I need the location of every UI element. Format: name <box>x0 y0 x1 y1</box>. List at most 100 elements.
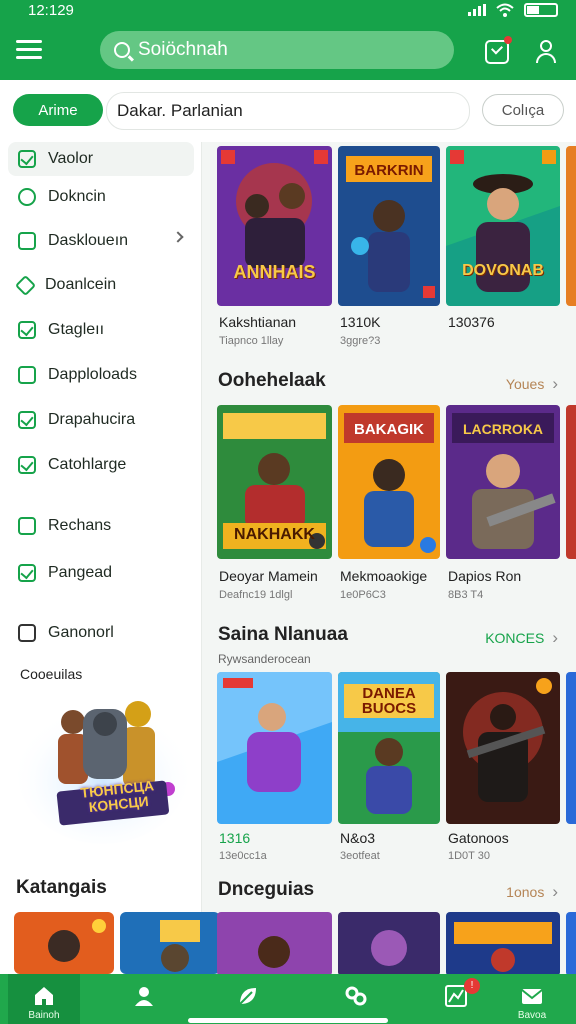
game-title: Gatonoos <box>448 830 509 846</box>
cover-text: LACRROKA <box>462 421 544 437</box>
sidebar-item-label: Vaolor <box>48 150 94 167</box>
hamburger-menu-icon[interactable] <box>16 40 42 62</box>
download-icon <box>18 366 36 384</box>
game-meta: 1e0P6C3 <box>340 589 386 601</box>
game-title: N&o3 <box>340 830 376 846</box>
game-cover <box>566 146 576 306</box>
sidebar-item[interactable]: Ganonorl <box>8 616 194 650</box>
chevron-right-icon <box>172 231 184 243</box>
filter-field-value: Dakar. Parlanian <box>117 101 243 120</box>
game-cover <box>217 672 332 824</box>
cover-text: ANNHAIS <box>233 262 316 282</box>
check-square-icon <box>18 321 36 339</box>
game-cover <box>446 672 560 824</box>
game-title: 1316 <box>219 830 251 846</box>
section-title: Dnceguias <box>218 879 315 900</box>
bottom-navigation: Bainoh ! Bavoa <box>0 974 576 1024</box>
nav-leaf[interactable] <box>212 974 284 1024</box>
section-title: Oohehelaak <box>218 370 326 391</box>
leaf-icon <box>239 988 256 1005</box>
sidebar-item-label: Pangead <box>48 564 113 581</box>
sidebar-item[interactable]: Gtagleıı <box>8 313 194 347</box>
game-cover <box>566 672 576 824</box>
sidebar: Vaolor Dokncin Daskloueın Doanlcein Gtag… <box>0 142 220 974</box>
game-title: Deoyar Mamein <box>219 568 318 584</box>
wifi-icon <box>496 3 514 17</box>
sidebar-item-label: Ganonorl <box>48 624 114 641</box>
mail-icon <box>521 989 543 1004</box>
game-cover <box>338 912 440 974</box>
promo-illustration[interactable] <box>18 664 188 844</box>
leaf-icon <box>14 274 37 296</box>
sidebar-item-label: Dapploloads <box>48 366 137 383</box>
checklist-icon[interactable] <box>485 36 512 64</box>
sidebar-item[interactable]: Daskloueın <box>8 224 194 258</box>
sidebar-item-label: Doanlcein <box>45 276 117 293</box>
status-icons <box>468 3 558 17</box>
game-cover <box>446 146 560 306</box>
list-icon <box>18 624 36 642</box>
game-cover <box>217 912 332 974</box>
section-subtitle: Rywsanderocean <box>218 652 311 666</box>
cover-text: DANEA BUOCS <box>361 685 417 717</box>
puzzle-icon <box>18 188 36 206</box>
chart-icon <box>18 456 36 474</box>
sidebar-item[interactable]: Vaolor <box>8 142 194 176</box>
sidebar-item[interactable]: Drapahucira <box>8 403 194 437</box>
game-meta: 13e0cc1a <box>219 850 267 862</box>
nav-label: Bainoh <box>28 1010 60 1021</box>
search-placeholder: Soiöchnah <box>138 39 228 60</box>
game-meta: Tiapnco 1llay <box>219 335 284 347</box>
sidebar-item-label: Rechans <box>48 517 112 534</box>
sidebar-item[interactable]: Rechans <box>8 509 194 543</box>
home-icon <box>35 987 53 1005</box>
filter-pill-active[interactable]: Arime <box>13 94 103 126</box>
search-bar[interactable]: Soiöchnah <box>100 31 454 69</box>
game-meta: 8B3 T4 <box>448 589 484 601</box>
nav-profile[interactable] <box>108 974 180 1024</box>
game-meta: 1D0T 30 <box>448 850 490 862</box>
filter-field[interactable]: Dakar. Parlanian <box>106 92 470 130</box>
game-cover <box>566 912 576 974</box>
game-cover <box>446 912 560 974</box>
sidebar-item[interactable]: Pangead <box>8 556 194 590</box>
section-more-link[interactable]: 1onos <box>506 882 558 902</box>
game-title: Kakshtianan <box>219 314 297 330</box>
status-time: 12:129 <box>28 2 74 19</box>
cover-text: NAKHAKK <box>234 526 315 543</box>
cover-text: BARKRIN <box>354 162 424 179</box>
main-content: ANNHAIS Kakshtianan Tiapnco 1llay BARKRI… <box>202 142 576 974</box>
category-tile[interactable] <box>14 912 114 974</box>
sidebar-item[interactable]: Catohlarge <box>8 448 194 482</box>
section-more-link[interactable]: Youes <box>506 374 558 394</box>
cover-text: DOVONAB <box>462 262 544 279</box>
sidebar-item-label: Daskloueın <box>48 232 129 249</box>
category-title: Katangais <box>16 877 107 898</box>
search-icon <box>114 42 130 58</box>
link-icon <box>345 986 367 1006</box>
game-title: Dapios Ron <box>448 568 522 584</box>
game-title: 130376 <box>448 314 495 330</box>
sidebar-item-label: Dokncin <box>48 188 106 205</box>
nav-messages[interactable]: Bavoa <box>496 974 568 1024</box>
sidebar-item-label: Catohlarge <box>48 456 127 473</box>
filter-row: Arime Dakar. Parlanian Colıça <box>0 80 576 142</box>
game-meta: Deafnc19 1dlgl <box>219 589 293 601</box>
section-more-link[interactable]: KONCES <box>485 628 558 648</box>
sidebar-item[interactable]: Dokncin <box>8 180 194 214</box>
nav-stats[interactable]: ! <box>420 974 492 1024</box>
sidebar-item[interactable]: Doanlcein <box>8 268 194 302</box>
section-title: Saina Nlanuaa <box>218 624 348 645</box>
filter-pill-right[interactable]: Colıça <box>482 94 564 126</box>
square-icon <box>18 517 36 535</box>
user-icon[interactable] <box>534 40 558 64</box>
game-title: 1310K <box>340 314 381 330</box>
game-title: Mekmoaokige <box>340 568 428 584</box>
game-cover <box>566 405 576 559</box>
nav-link[interactable] <box>320 974 392 1024</box>
notification-badge: ! <box>464 978 480 994</box>
game-meta: 3eotfeat <box>340 850 380 862</box>
home-indicator <box>188 1018 388 1023</box>
sidebar-item[interactable]: Dapploloads <box>8 358 194 392</box>
nav-home[interactable]: Bainoh <box>8 974 80 1024</box>
